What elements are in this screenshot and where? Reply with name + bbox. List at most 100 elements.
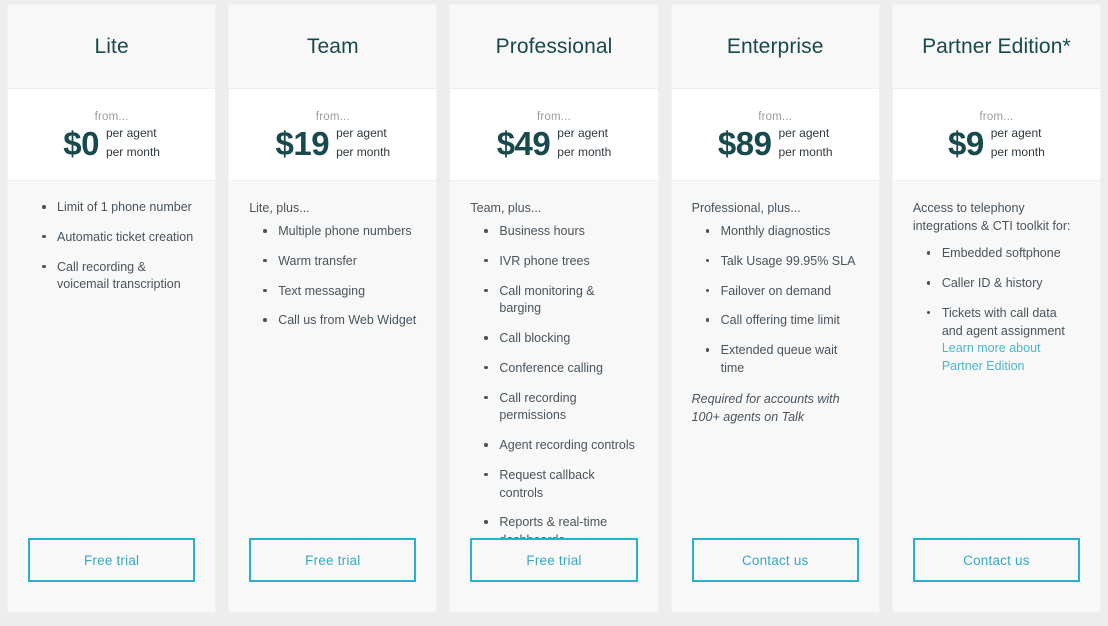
feature-item: Conference calling: [482, 360, 637, 378]
price-unit-line-2: per month: [336, 145, 391, 159]
feature-item: Embedded softphone: [925, 245, 1080, 263]
price-from-label: from...: [94, 111, 129, 124]
plan-card: Lite from... $0 per agent per month Limit of …: [8, 5, 216, 612]
price-amount: $9: [948, 124, 984, 162]
feature-label: Automatic ticket creation: [57, 229, 194, 244]
feature-list: Multiple phone numbers Warm transfer Text …: [249, 223, 416, 330]
plan-intro-text: Access to telephony integrations & CTI t…: [912, 201, 1071, 234]
plan-price-band: from... $9 per agent per month: [892, 89, 1101, 181]
plan-title: Lite: [94, 34, 129, 58]
plan-body: Limit of 1 phone number Automatic ticket …: [8, 181, 215, 538]
feature-label: Agent recording controls: [499, 438, 635, 453]
price-from-label: from...: [315, 111, 350, 124]
plan-card: Partner Edition* from... $9 per agent per mo…: [892, 5, 1101, 612]
plan-header: Partner Edition*: [892, 5, 1101, 89]
feature-label: Limit of 1 phone number: [57, 200, 192, 214]
price-amount: $0: [63, 124, 99, 162]
price-unit-line-1: per agent: [105, 126, 157, 141]
feature-label: Extended queue wait time: [720, 343, 838, 375]
plan-header: Enterprise: [671, 5, 879, 89]
plan-cta-button[interactable]: Contact us: [691, 538, 859, 582]
price-unit-line-1: per agent: [557, 126, 608, 141]
plan-cta-button[interactable]: Free trial: [470, 538, 638, 582]
price-unit-line-2: per month: [557, 145, 612, 159]
feature-item: Extended queue wait time: [704, 342, 859, 378]
plan-body: Professional, plus... Monthly diagnostics…: [672, 181, 879, 538]
feature-label: Text messaging: [278, 283, 366, 298]
plan-footer: Free trial: [8, 538, 215, 612]
plan-intro-text: Lite, plus...: [249, 201, 310, 215]
feature-label: Call recording permissions: [499, 390, 577, 423]
feature-label: Multiple phone numbers: [278, 224, 412, 239]
price-unit-line-1: per agent: [990, 126, 1042, 141]
plan-body: Team, plus... Business hours IVR phone tre…: [450, 181, 657, 538]
feature-label: Monthly diagnostics: [720, 224, 831, 239]
feature-item: Call recording permissions: [482, 390, 637, 426]
plan-card: Team from... $19 per agent per month Lite, pl…: [229, 5, 437, 612]
plan-card: Enterprise from... $89 per agent per month Pr…: [671, 5, 879, 612]
feature-label: Warm transfer: [278, 253, 357, 268]
feature-item: Caller ID & history: [925, 275, 1080, 293]
price-unit-line-1: per agent: [336, 126, 387, 141]
price-unit: per agent per month: [106, 124, 160, 161]
price-unit-line-1: per agent: [778, 126, 830, 141]
learn-more-link[interactable]: Learn more about Partner Edition: [942, 340, 1080, 376]
feature-item: Call recording & voicemail transcription: [40, 259, 195, 295]
feature-label: Call recording & voicemail transcription: [57, 259, 181, 292]
feature-label: Embedded softphone: [941, 246, 1061, 261]
plan-cta-button[interactable]: Free trial: [249, 538, 417, 582]
plan-header: Team: [229, 5, 437, 89]
price-row: $0 per agent per month: [63, 124, 160, 161]
price-row: $9 per agent per month: [948, 124, 1045, 161]
feature-list: Limit of 1 phone number Automatic ticket …: [28, 199, 195, 294]
plan-title: Professional: [495, 34, 613, 58]
feature-list: Business hours IVR phone trees Call monito…: [470, 223, 637, 538]
feature-label: Talk Usage 99.95% SLA: [720, 253, 856, 268]
plan-footer: Contact us: [893, 538, 1100, 612]
feature-label: Call us from Web Widget: [278, 313, 417, 328]
price-unit: per agent per month: [557, 124, 611, 161]
price-amount: $49: [496, 124, 551, 162]
feature-label: Business hours: [499, 224, 585, 239]
plan-card: Professional from... $49 per agent per month…: [450, 5, 658, 612]
feature-label: Tickets with call data and agent assignm…: [941, 305, 1065, 338]
plan-price-band: from... $49 per agent per month: [450, 89, 658, 181]
feature-label: Call blocking: [499, 331, 571, 346]
price-unit: per agent per month: [991, 124, 1045, 161]
feature-item: Text messaging: [261, 283, 416, 301]
feature-item: Call monitoring & barging: [482, 283, 637, 319]
pricing-plans-container: Lite from... $0 per agent per month Limit of …: [0, 0, 1108, 626]
feature-item: Tickets with call data and agent assignm…: [925, 305, 1080, 376]
price-from-label: from...: [537, 111, 571, 124]
price-row: $19 per agent per month: [276, 124, 391, 161]
price-row: $89 per agent per month: [718, 124, 833, 161]
plan-header: Lite: [8, 5, 216, 89]
feature-item: IVR phone trees: [482, 253, 637, 271]
plan-note: Required for accounts with 100+ agents o…: [691, 391, 840, 425]
feature-item: Call blocking: [482, 330, 637, 348]
plan-price-band: from... $19 per agent per month: [229, 89, 437, 181]
feature-item: Warm transfer: [261, 253, 416, 271]
plan-body: Access to telephony integrations & CTI t…: [893, 181, 1100, 538]
plan-cta-button[interactable]: Contact us: [912, 538, 1081, 582]
price-amount: $89: [717, 124, 772, 162]
plan-cta-button[interactable]: Free trial: [28, 538, 196, 582]
feature-label: Request callback controls: [499, 467, 595, 500]
price-unit-line-2: per month: [778, 145, 833, 159]
feature-item: Failover on demand: [704, 283, 859, 301]
feature-label: Call monitoring & barging: [499, 283, 595, 316]
plan-footer: Contact us: [672, 538, 879, 612]
feature-item: Talk Usage 99.95% SLA: [704, 253, 859, 271]
feature-label: Caller ID & history: [941, 276, 1043, 290]
feature-list: Monthly diagnostics Talk Usage 99.95% SLA…: [692, 223, 859, 378]
feature-list: Embedded softphone Caller ID & history Tic…: [913, 245, 1080, 376]
plan-title: Enterprise: [726, 34, 824, 58]
feature-item: Agent recording controls: [482, 437, 637, 455]
feature-item: Business hours: [482, 223, 637, 241]
price-unit-line-2: per month: [105, 145, 160, 159]
feature-item: Call us from Web Widget: [261, 312, 416, 330]
feature-item: Multiple phone numbers: [261, 223, 416, 241]
feature-item: Request callback controls: [482, 467, 637, 503]
plan-price-band: from... $0 per agent per month: [8, 89, 216, 181]
price-unit-line-2: per month: [990, 145, 1045, 159]
